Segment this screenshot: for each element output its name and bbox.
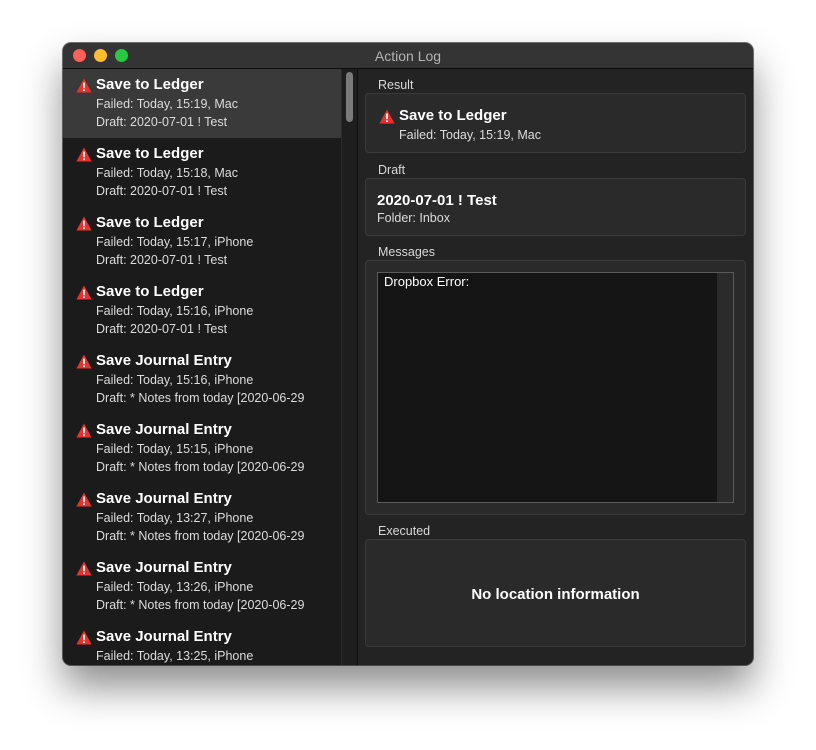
draft-title: 2020-07-01 ! Test	[377, 192, 497, 209]
log-item-draft: Draft: 2020-07-01 ! Test	[96, 253, 228, 267]
log-item-8[interactable]: Save Journal Entry Failed: Today, 13:25,…	[63, 621, 341, 665]
log-item-draft: Draft: * Notes from today [2020-06-29	[96, 460, 305, 474]
warning-icon	[76, 354, 92, 369]
log-item-status: Failed: Today, 13:27, iPhone	[96, 511, 254, 525]
detail-pane: Result Save to Ledger Failed: Today, 15:…	[358, 69, 753, 665]
log-item-action: Save to Ledger	[96, 283, 204, 300]
log-item-draft: Draft: 2020-07-01 ! Test	[96, 115, 228, 129]
messages-scrollbar[interactable]	[717, 273, 733, 502]
executed-box: No location information	[365, 539, 746, 647]
warning-icon	[76, 78, 92, 93]
log-item-1[interactable]: Save to Ledger Failed: Today, 15:18, Mac…	[63, 138, 341, 207]
warning-icon	[76, 285, 92, 300]
log-item-action: Save Journal Entry	[96, 352, 232, 369]
log-item-action: Save to Ledger	[96, 76, 204, 93]
warning-icon	[76, 216, 92, 231]
draft-section-label: Draft	[378, 163, 406, 177]
log-item-action: Save Journal Entry	[96, 490, 232, 507]
window-title: Action Log	[374, 48, 442, 64]
log-item-status: Failed: Today, 13:25, iPhone	[96, 649, 254, 663]
log-item-4[interactable]: Save Journal Entry Failed: Today, 15:16,…	[63, 345, 341, 414]
result-status: Failed: Today, 15:19, Mac	[399, 128, 541, 142]
executed-section-label: Executed	[378, 524, 431, 538]
log-item-7[interactable]: Save Journal Entry Failed: Today, 13:26,…	[63, 552, 341, 621]
action-log-window: Action Log Save to Ledger Failed: Today,…	[63, 43, 753, 665]
sidebar-scrollbar[interactable]	[341, 69, 358, 665]
warning-icon	[379, 109, 395, 124]
log-item-3[interactable]: Save to Ledger Failed: Today, 15:16, iPh…	[63, 276, 341, 345]
log-item-draft: Draft: * Notes from today [2020-06-29	[96, 529, 305, 543]
warning-icon	[76, 630, 92, 645]
draft-folder: Folder: Inbox	[377, 211, 450, 225]
warning-icon	[76, 147, 92, 162]
log-item-action: Save to Ledger	[96, 145, 204, 162]
messages-box: Dropbox Error:	[365, 260, 746, 515]
log-item-draft: Draft: 2020-07-01 ! Test	[96, 184, 228, 198]
sidebar-scroll-thumb[interactable]	[346, 72, 353, 122]
title-bar[interactable]: Action Log	[63, 43, 753, 69]
log-item-status: Failed: Today, 15:18, Mac	[96, 166, 238, 180]
log-item-action: Save to Ledger	[96, 214, 204, 231]
log-item-draft: Draft: * Notes from today [2020-06-29	[96, 391, 305, 405]
log-item-status: Failed: Today, 13:26, iPhone	[96, 580, 254, 594]
result-action: Save to Ledger	[399, 107, 507, 124]
log-item-2[interactable]: Save to Ledger Failed: Today, 15:17, iPh…	[63, 207, 341, 276]
log-item-action: Save Journal Entry	[96, 628, 232, 645]
messages-section-label: Messages	[378, 245, 435, 259]
log-item-6[interactable]: Save Journal Entry Failed: Today, 13:27,…	[63, 483, 341, 552]
warning-icon	[76, 423, 92, 438]
log-item-draft: Draft: * Notes from today [2020-06-29	[96, 598, 305, 612]
log-item-status: Failed: Today, 15:15, iPhone	[96, 442, 254, 456]
warning-icon	[76, 561, 92, 576]
messages-text-area[interactable]: Dropbox Error:	[377, 272, 734, 503]
log-item-status: Failed: Today, 15:16, iPhone	[96, 304, 254, 318]
action-log-list[interactable]: Save to Ledger Failed: Today, 15:19, Mac…	[63, 69, 357, 665]
log-item-status: Failed: Today, 15:19, Mac	[96, 97, 238, 111]
log-item-5[interactable]: Save Journal Entry Failed: Today, 15:15,…	[63, 414, 341, 483]
no-location-message: No location information	[471, 586, 640, 603]
messages-text: Dropbox Error:	[384, 274, 470, 289]
log-item-draft: Draft: 2020-07-01 ! Test	[96, 322, 228, 336]
log-item-action: Save Journal Entry	[96, 559, 232, 576]
result-section-label: Result	[378, 78, 414, 92]
log-item-0[interactable]: Save to Ledger Failed: Today, 15:19, Mac…	[63, 69, 341, 138]
log-item-status: Failed: Today, 15:16, iPhone	[96, 373, 254, 387]
log-item-status: Failed: Today, 15:17, iPhone	[96, 235, 254, 249]
draft-box[interactable]: 2020-07-01 ! Test Folder: Inbox	[365, 178, 746, 236]
log-item-action: Save Journal Entry	[96, 421, 232, 438]
result-box: Save to Ledger Failed: Today, 15:19, Mac	[365, 93, 746, 153]
warning-icon	[76, 492, 92, 507]
